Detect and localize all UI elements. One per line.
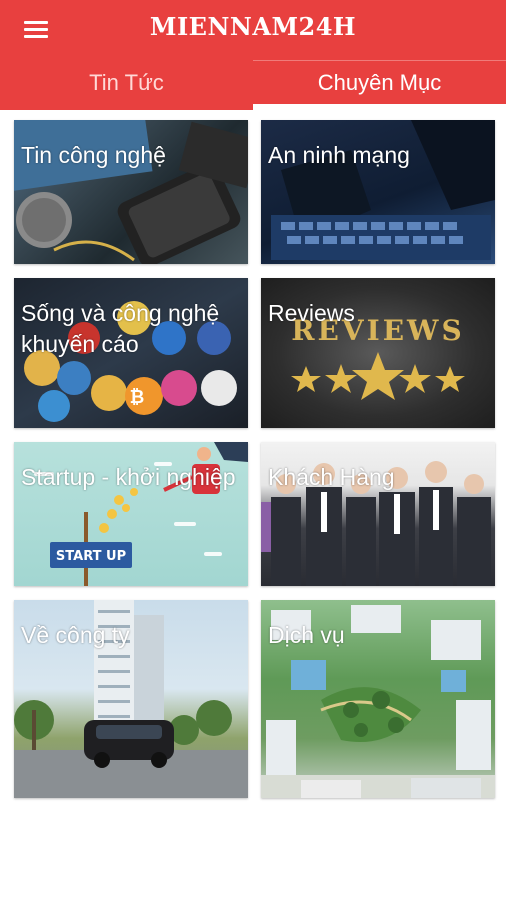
app-bar: MIENNAM24H — [0, 0, 506, 60]
tab-tin-tuc[interactable]: Tin Tức — [0, 60, 253, 110]
bitcoin-icon: ₿ — [130, 387, 145, 408]
tab-chuyen-muc[interactable]: Chuyên Mục — [253, 60, 506, 110]
category-card-ve-cong-ty[interactable]: Về công ty — [14, 600, 248, 798]
tab-divider — [253, 60, 506, 61]
category-label: Startup - khởi nghiệp — [21, 464, 236, 490]
app-title: MIENNAM24H — [149, 12, 357, 41]
category-label: Tin công nghệ — [21, 142, 166, 168]
category-label: Sống và công nghệ khuyến cáo — [21, 300, 220, 357]
category-card-dich-vu[interactable]: Dịch vụ — [261, 600, 495, 798]
tab-bar: Tin Tức Chuyên Mục — [0, 60, 506, 110]
category-label: Reviews — [268, 300, 355, 326]
category-card-tin-cong-nghe[interactable]: Tin công nghệ — [14, 120, 248, 264]
category-card-an-ninh-mang[interactable]: An ninh mạng — [261, 120, 495, 264]
category-label: An ninh mạng — [268, 142, 410, 168]
category-label: Dịch vụ — [268, 622, 345, 648]
category-card-song-va-cong-nghe[interactable]: ₿ Sống và công nghệ khuyến cáo — [14, 278, 248, 428]
category-card-khach-hang[interactable]: Khách Hàng — [261, 442, 495, 586]
category-card-startup[interactable]: START UP Startup - khởi nghiệp — [14, 442, 248, 586]
category-label: Khách Hàng — [268, 464, 395, 490]
category-card-reviews[interactable]: REVIEWS Reviews — [261, 278, 495, 428]
category-label: Về công ty — [21, 622, 130, 648]
tab-active-indicator — [253, 104, 506, 110]
startup-sign-text: START UP — [56, 549, 126, 564]
